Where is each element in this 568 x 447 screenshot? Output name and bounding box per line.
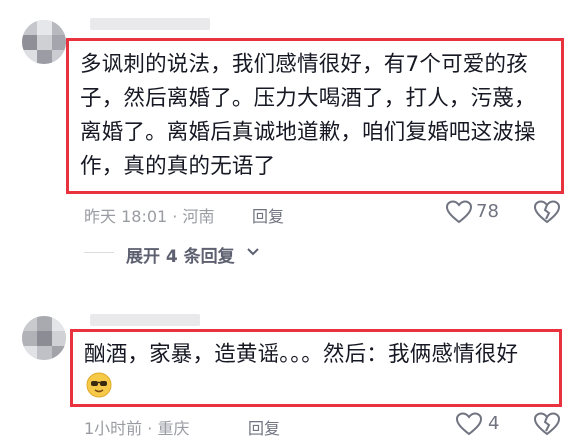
avatar[interactable] — [22, 20, 66, 64]
comment-text-line: 多讽刺的说法，我们感情很好，有7个可爱的孩 — [80, 52, 528, 77]
like-count: 78 — [476, 201, 499, 222]
username[interactable] — [90, 314, 200, 326]
divider — [84, 252, 114, 253]
comment-text-line: 子，然后离婚了。压力大喝酒了，打人，污蔑， — [80, 86, 536, 111]
heart-icon[interactable] — [446, 200, 472, 224]
comment-time-location: 1小时前 · 重庆 — [84, 419, 190, 438]
dislike-icon[interactable] — [534, 200, 560, 224]
like-count: 4 — [488, 413, 500, 434]
username[interactable] — [90, 18, 210, 30]
dislike-icon[interactable] — [534, 412, 560, 436]
comment-text: 酗酒，家暴，造黄谣。。。然后：我俩感情很好 — [84, 342, 519, 367]
comment-text-line: 作，真的真的无语了 — [80, 154, 276, 179]
sunglasses-emoji — [86, 372, 112, 398]
comment-text-line: 离婚了。离婚后真诚地道歉，咱们复婚吧这波操 — [80, 120, 536, 145]
expand-replies-button[interactable]: 展开 4 条回复 — [126, 242, 235, 267]
heart-icon[interactable] — [456, 412, 482, 436]
avatar[interactable] — [22, 316, 66, 360]
reply-button[interactable]: 回复 — [248, 415, 280, 439]
chevron-down-icon[interactable] — [246, 246, 260, 258]
reply-button[interactable]: 回复 — [252, 203, 284, 227]
comment-time-location: 昨天 18:01 · 河南 — [84, 207, 215, 226]
